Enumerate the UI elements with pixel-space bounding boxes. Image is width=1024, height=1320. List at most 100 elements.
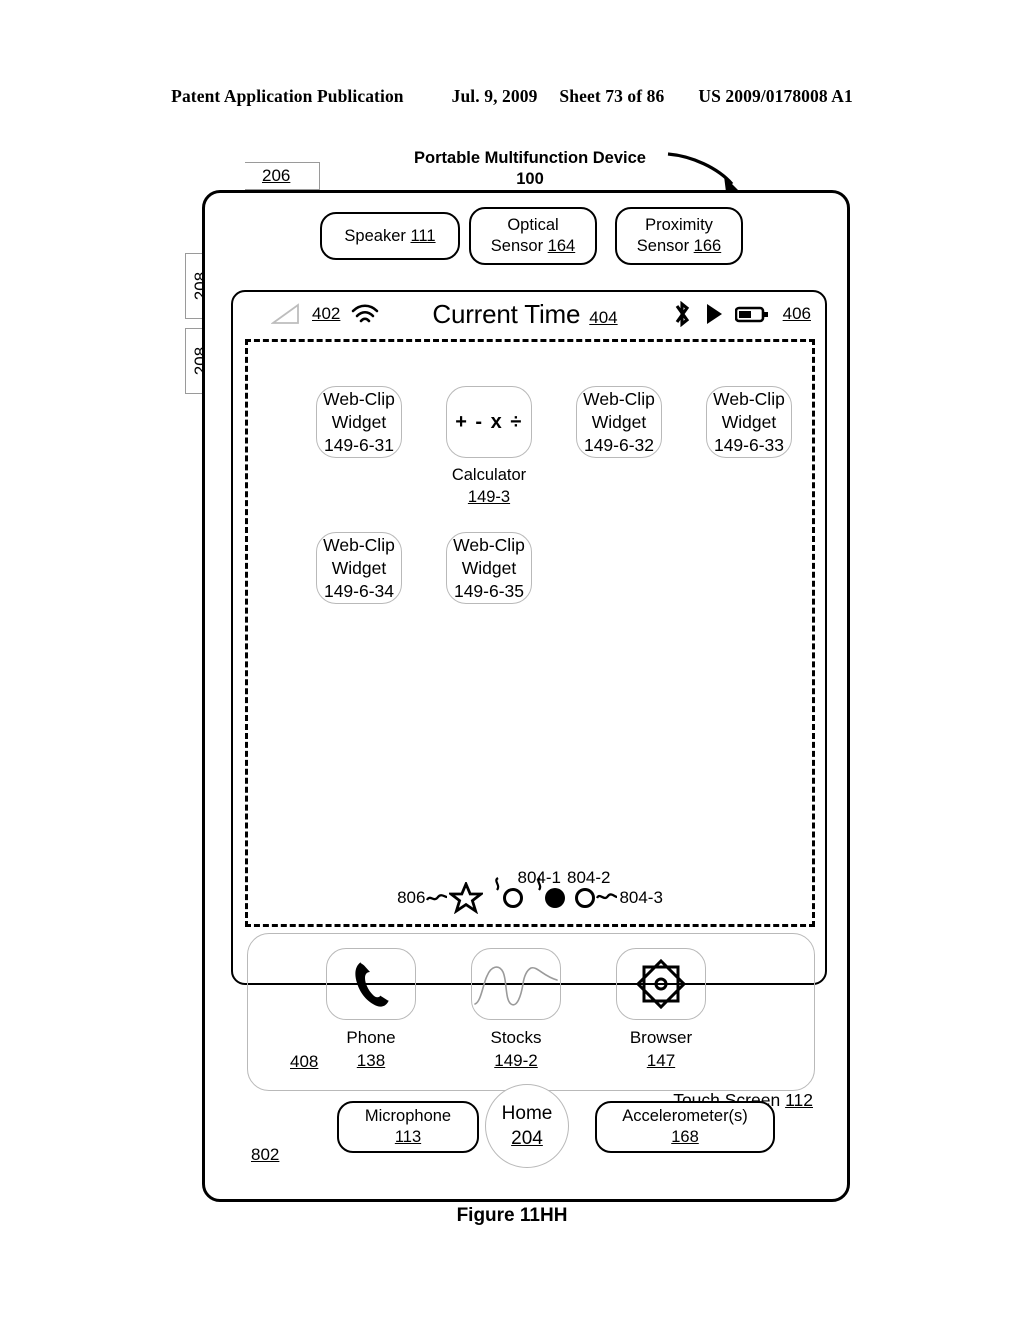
calculator-glyph: + - x ÷ [455, 410, 523, 433]
dock-item-phone[interactable]: Phone 138 [316, 948, 426, 1072]
accelerometer-ref: 168 [671, 1128, 699, 1146]
app-grid-cell: Web-Clip Widget 149-6-33 [684, 386, 814, 508]
stocks-label: Stocks [490, 1028, 542, 1047]
calculator-label: Calculator [451, 466, 527, 484]
signal-ref: 402 [312, 304, 341, 323]
device-title-text: Portable Multifunction Device [414, 149, 646, 167]
icon-line1: Web-Clip [583, 388, 655, 409]
ref-804-3: 804-3 [619, 888, 663, 907]
ref-408-label: 408 [290, 1052, 319, 1071]
current-time-label: Current Time [432, 298, 581, 329]
icon-line2: Widget [721, 411, 777, 432]
home-button[interactable]: Home 204 [485, 1084, 569, 1168]
phone-handset-icon[interactable] [326, 948, 416, 1020]
optical-sensor-component: Optical Sensor 164 [469, 207, 597, 265]
browser-label: Browser [629, 1028, 693, 1047]
stocks-caption: Stocks 149-2 [490, 1026, 541, 1072]
home-button-ref: 204 [511, 1128, 543, 1149]
touch-screen-ref: 112 [785, 1090, 813, 1110]
microphone-component: Microphone 113 [337, 1101, 479, 1153]
publication-date: Jul. 9, 2009 [451, 86, 538, 106]
ref-806-leader [425, 891, 449, 905]
icon-line2: Widget [331, 557, 387, 578]
icon-line2: Widget [591, 411, 647, 432]
page-dot-804-3[interactable] [575, 888, 596, 908]
icon-line1: Web-Clip [713, 388, 785, 409]
dock-item-browser[interactable]: Browser 147 [606, 948, 716, 1072]
phone-label: Phone [346, 1028, 396, 1047]
bluetooth-icon [671, 301, 693, 327]
battery-ref: 406 [782, 304, 811, 323]
leader-804-1 [491, 877, 503, 907]
calculator-ref: 149-3 [467, 488, 511, 506]
accelerometer-component: Accelerometer(s) 168 [595, 1101, 775, 1153]
phone-caption: Phone 138 [346, 1026, 395, 1072]
wifi-icon [351, 303, 379, 325]
icon-line3: 149-6-32 [583, 434, 655, 455]
web-clip-widget-149-6-34[interactable]: Web-Clip Widget 149-6-34 [316, 532, 402, 604]
leader-804-2 [533, 877, 545, 907]
browser-ref: 147 [646, 1051, 676, 1070]
calculator-icon-149-3[interactable]: + - x ÷ [446, 386, 532, 458]
web-clip-widget-149-6-33[interactable]: Web-Clip Widget 149-6-33 [706, 386, 792, 458]
dock-item-stocks[interactable]: Stocks 149-2 [461, 948, 571, 1072]
publication-sheet: Sheet 73 of 86 [559, 86, 665, 106]
app-grid-cell: Web-Clip Widget 149-6-32 [554, 386, 684, 508]
publication-number: US 2009/0178008 A1 [698, 86, 853, 106]
dock-tray: Phone 138 Stocks 149-2 Browser 147 408 [247, 933, 815, 1091]
web-clip-widget-149-6-32[interactable]: Web-Clip Widget 149-6-32 [576, 386, 662, 458]
publication-title: Patent Application Publication [171, 86, 404, 106]
touch-screen[interactable]: 402 Current Time 404 406 Web-Clip Widget… [231, 290, 827, 1164]
icon-line3: 149-6-33 [713, 434, 785, 455]
app-grid-cell: Web-Clip Widget 149-6-35 [424, 532, 554, 604]
play-icon [704, 302, 724, 326]
page-indicator-star[interactable] [449, 882, 484, 914]
web-clip-widget-149-6-35[interactable]: Web-Clip Widget 149-6-35 [446, 532, 532, 604]
microphone-ref: 113 [394, 1128, 422, 1146]
dock-items: Phone 138 Stocks 149-2 Browser 147 [316, 948, 716, 1072]
application-icon-region: Web-Clip Widget 149-6-31 + - x ÷ Calcula… [245, 339, 815, 927]
browser-caption: Browser 147 [630, 1026, 692, 1072]
page-dot-804-1[interactable] [503, 888, 524, 908]
icon-line3: 149-6-34 [323, 580, 395, 601]
speaker-ref: 111 [410, 226, 436, 245]
app-grid-cell: Web-Clip Widget 149-6-31 [294, 386, 424, 508]
speaker-component: Speaker 111 [320, 212, 460, 260]
icon-line1: Web-Clip [323, 534, 395, 555]
ref-802-label: 802 [251, 1145, 280, 1164]
icon-grid: Web-Clip Widget 149-6-31 + - x ÷ Calcula… [294, 386, 814, 604]
status-bar: 402 Current Time 404 406 [233, 292, 825, 336]
device-title-ref: 100 [516, 170, 544, 188]
browser-compass-icon[interactable] [616, 948, 706, 1020]
microphone-label: Microphone [364, 1107, 452, 1125]
icon-line1: Web-Clip [323, 388, 395, 409]
accelerometer-label: Accelerometer(s) [622, 1107, 748, 1125]
stocks-wave-icon[interactable] [471, 948, 561, 1020]
figure-caption: Figure 11HH [456, 1205, 568, 1226]
icon-line2: Widget [331, 411, 387, 432]
battery-icon [734, 304, 769, 324]
proximity-sensor-label-line1: Proximity [645, 216, 713, 234]
optical-sensor-label-line1: Optical [507, 216, 559, 234]
proximity-sensor-ref: 166 [693, 237, 722, 255]
calculator-caption: Calculator 149-3 [452, 464, 526, 508]
app-grid-cell: Web-Clip Widget 149-6-34 [294, 532, 424, 604]
icon-line3: 149-6-35 [453, 580, 525, 601]
optical-sensor-label-line2: Sensor [490, 237, 544, 255]
icon-line3: 149-6-31 [323, 434, 395, 455]
web-clip-widget-149-6-31[interactable]: Web-Clip Widget 149-6-31 [316, 386, 402, 458]
ref-806: 806 [397, 888, 426, 907]
signal-triangle-icon [271, 303, 301, 325]
device-title: Portable Multifunction Device 100 [340, 148, 720, 190]
page-indicator-row[interactable]: 806 804-3 [248, 877, 812, 914]
page-dot-804-2[interactable] [545, 888, 566, 908]
optical-sensor-ref: 164 [547, 237, 576, 255]
current-time-ref: 404 [589, 307, 618, 327]
ref-206-label: 206 [262, 166, 291, 185]
icon-line2: Widget [461, 557, 517, 578]
icon-line1: Web-Clip [453, 534, 525, 555]
stocks-ref: 149-2 [494, 1051, 538, 1070]
phone-ref: 138 [356, 1051, 386, 1070]
publication-header: Patent Application Publication Jul. 9, 2… [0, 86, 1024, 107]
proximity-sensor-label-line2: Sensor [636, 237, 690, 255]
